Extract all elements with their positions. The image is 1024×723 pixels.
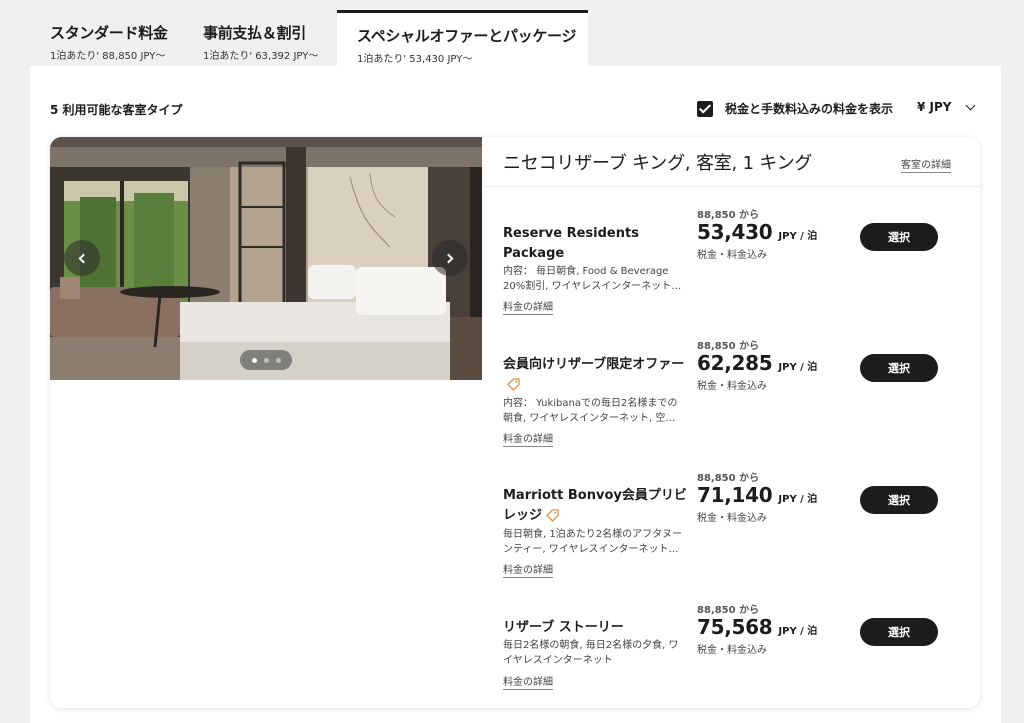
tab-subtitle: 1泊あたり' 63,392 JPY〜	[203, 51, 319, 62]
carousel-pagination	[240, 350, 292, 370]
rate-name: Reserve Residents Package	[503, 226, 639, 261]
carousel-dot[interactable]	[263, 357, 269, 363]
price-value: 71,140	[697, 483, 773, 507]
carousel-dot[interactable]	[275, 357, 281, 363]
tab-prepay-discount[interactable]: 事前支払＆割引 1泊あたり' 63,392 JPY〜	[183, 10, 336, 66]
price-row: 71,140 JPY / 泊	[697, 483, 817, 507]
tab-title: スタンダード料金	[50, 24, 168, 42]
bedroom-photo-icon	[50, 137, 482, 380]
rate-description: 内容： 毎日朝食, Food & Beverage 20%割引, ワイヤレスイン…	[503, 266, 682, 292]
rate-detail-link[interactable]: 料金の詳細	[503, 673, 553, 690]
price-note: 税金・料金込み	[697, 250, 767, 261]
select-button[interactable]: 選択	[860, 618, 938, 646]
price-value: 75,568	[697, 615, 773, 639]
room-type-count: 5 利用可能な客室タイプ	[50, 103, 183, 117]
tab-special-offers[interactable]: スペシャルオファーとパッケージ 1泊あたり' 53,430 JPY〜	[337, 10, 588, 66]
price-value: 62,285	[697, 351, 773, 375]
carousel-prev-button[interactable]	[64, 240, 100, 276]
tax-toggle-label: 税金と手数料込みの料金を表示	[725, 102, 894, 116]
tab-standard-rates[interactable]: スタンダード料金 1泊あたり' 88,850 JPY〜	[30, 10, 182, 66]
select-button[interactable]: 選択	[860, 354, 938, 382]
rate-description: 毎日2名様の朝食, 毎日2名様の夕食, ワイヤレスインターネット	[503, 640, 679, 666]
chevron-down-icon	[966, 100, 976, 110]
rate-detail-link[interactable]: 料金の詳細	[503, 298, 553, 315]
rate-row: 会員向けリザーブ限定オファー 内容： Yukibanaでの毎日2名様までの朝食,…	[483, 320, 980, 450]
tax-inclusive-toggle[interactable]: 税金と手数料込みの料金を表示	[697, 100, 893, 117]
price-note: 税金・料金込み	[697, 645, 767, 656]
price-unit: JPY / 泊	[778, 362, 818, 373]
price-from: 88,850 から	[697, 473, 760, 484]
rate-row: Marriott Bonvoy会員プリビレッジ 毎日朝食, 1泊あたり2名様のア…	[483, 452, 980, 582]
price-row: 62,285 JPY / 泊	[697, 351, 817, 375]
carousel-next-button[interactable]	[432, 240, 468, 276]
price-from: 88,850 から	[697, 605, 760, 616]
price-row: 53,430 JPY / 泊	[697, 220, 817, 244]
room-header: ニセコリザーブ キング, 客室, 1 キング 客室の詳細	[483, 137, 980, 187]
rate-name: リザーブ ストーリー	[503, 620, 624, 635]
price-from: 88,850 から	[697, 210, 760, 221]
select-button[interactable]: 選択	[860, 223, 938, 251]
price-unit: JPY / 泊	[778, 231, 818, 242]
chevron-right-icon	[443, 253, 454, 263]
tab-title: 事前支払＆割引	[203, 24, 306, 42]
room-card: ニセコリザーブ キング, 客室, 1 キング 客室の詳細 Reserve Res…	[50, 137, 980, 708]
tag-icon	[507, 378, 520, 391]
price-note: 税金・料金込み	[697, 513, 767, 524]
tab-title: スペシャルオファーとパッケージ	[357, 27, 577, 45]
rate-detail-link[interactable]: 料金の詳細	[503, 561, 553, 578]
price-note: 税金・料金込み	[697, 381, 767, 392]
carousel-dot[interactable]	[251, 357, 257, 363]
room-photo	[50, 137, 482, 380]
rate-row: Reserve Residents Package 内容： 毎日朝食, Food…	[483, 189, 980, 319]
tab-subtitle: 1泊あたり' 53,430 JPY〜	[357, 54, 473, 65]
currency-selector[interactable]: ¥ JPY	[917, 100, 976, 114]
tab-subtitle: 1泊あたり' 88,850 JPY〜	[50, 51, 166, 62]
rate-tabs: スタンダード料金 1泊あたり' 88,850 JPY〜 事前支払＆割引 1泊あた…	[30, 10, 1001, 66]
rates-panel: 5 利用可能な客室タイプ 税金と手数料込みの料金を表示 ¥ JPY ニセコリザー…	[30, 66, 1001, 723]
price-from: 88,850 から	[697, 341, 760, 352]
tax-checkbox[interactable]	[697, 100, 713, 117]
rate-description: 毎日朝食, 1泊あたり2名様のアフタヌーンティー, ワイヤレスインターネット…	[503, 529, 683, 555]
rate-name: 会員向けリザーブ限定オファー	[503, 355, 691, 395]
price-row: 75,568 JPY / 泊	[697, 615, 817, 639]
room-name: ニセコリザーブ キング, 客室, 1 キング	[503, 153, 813, 174]
tag-icon	[546, 509, 559, 522]
price-unit: JPY / 泊	[778, 626, 818, 637]
currency-value: ¥ JPY	[917, 100, 952, 114]
rate-row: リザーブ ストーリー 毎日2名様の朝食, 毎日2名様の夕食, ワイヤレスインター…	[483, 584, 980, 708]
select-button[interactable]: 選択	[860, 486, 938, 514]
chevron-left-icon	[78, 253, 89, 263]
rate-detail-link[interactable]: 料金の詳細	[503, 430, 553, 447]
rate-name: Marriott Bonvoy会員プリビレッジ	[503, 488, 687, 523]
room-detail-link[interactable]: 客室の詳細	[901, 156, 951, 173]
price-value: 53,430	[697, 220, 773, 244]
price-unit: JPY / 泊	[778, 494, 818, 505]
rate-description: 内容： Yukibanaでの毎日2名様までの朝食, ワイヤレスインターネット, …	[503, 398, 678, 424]
